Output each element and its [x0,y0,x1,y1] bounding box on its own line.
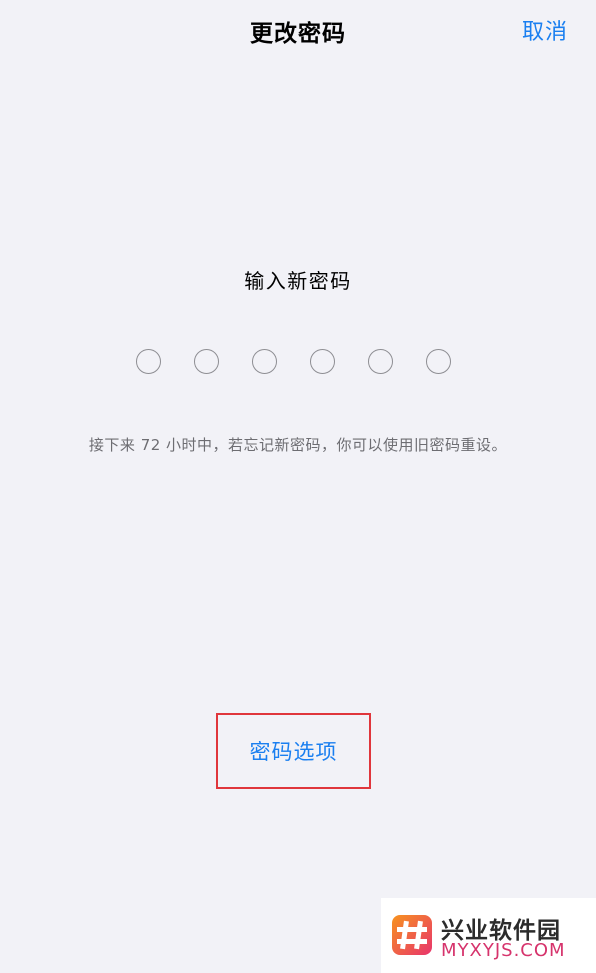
watermark-logo-icon [392,915,432,955]
passcode-dot [252,349,277,374]
watermark: 兴业软件园 MYXYJS.COM [381,898,596,973]
passcode-dot [310,349,335,374]
passcode-options-button[interactable]: 密码选项 [216,713,371,789]
passcode-dot [368,349,393,374]
passcode-prompt: 输入新密码 [244,269,352,293]
passcode-dot [426,349,451,374]
passcode-dot [136,349,161,374]
page-title: 更改密码 [250,21,346,47]
cancel-button[interactable]: 取消 [522,14,568,46]
passcode-options-label: 密码选项 [249,740,338,764]
passcode-hint: 接下来 72 小时中，若忘记新密码，你可以使用旧密码重设。 [88,436,508,454]
passcode-dot [194,349,219,374]
watermark-domain: MYXYJS.COM [441,940,566,961]
passcode-dots [136,349,456,379]
